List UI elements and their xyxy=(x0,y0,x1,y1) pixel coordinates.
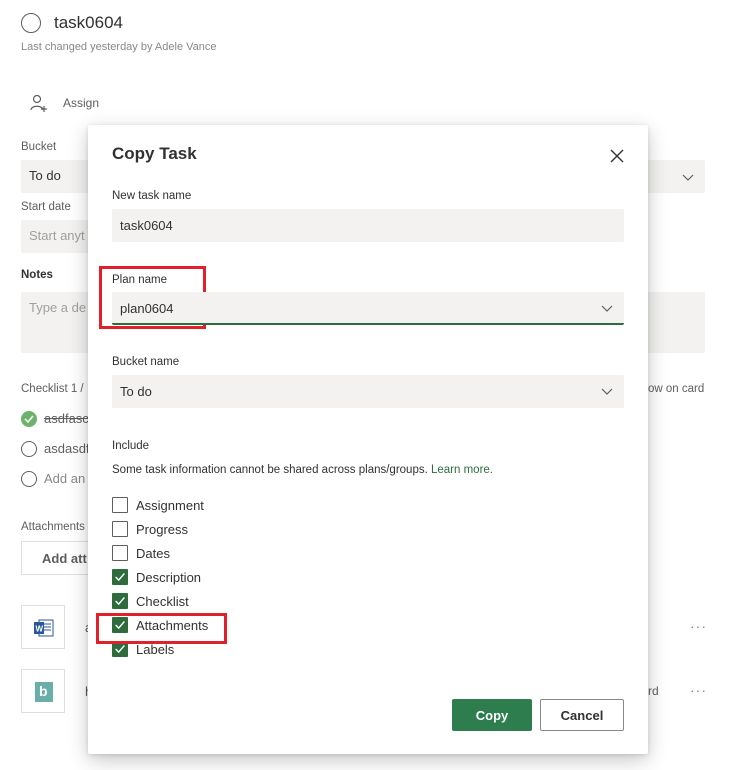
start-date-label: Start date xyxy=(21,201,71,213)
option-label: Labels xyxy=(136,642,175,657)
plan-name-select[interactable]: plan0604 xyxy=(112,292,624,325)
learn-more-link[interactable]: Learn more. xyxy=(431,464,493,476)
checklist-item[interactable]: asdasdf xyxy=(44,441,90,456)
dialog-title: Copy Task xyxy=(112,144,197,163)
add-attachment-label: Add att xyxy=(42,551,87,566)
word-file-thumbnail[interactable]: W xyxy=(21,605,65,649)
attachments-label: Attachments xyxy=(21,521,85,533)
new-task-name-input[interactable]: task0604 xyxy=(112,209,624,242)
option-label: Checklist xyxy=(136,594,189,609)
new-task-name-label: New task name xyxy=(112,190,192,202)
more-options-icon[interactable]: ··· xyxy=(690,682,707,698)
notes-label: Notes xyxy=(21,269,53,281)
copy-button[interactable]: Copy xyxy=(452,699,532,731)
option-label: Assignment xyxy=(136,498,204,513)
add-person-icon[interactable] xyxy=(30,94,48,112)
cancel-button[interactable]: Cancel xyxy=(540,699,624,731)
checkbox-checked[interactable] xyxy=(112,569,128,585)
assign-button[interactable]: Assign xyxy=(63,96,99,110)
checkbox-checked[interactable] xyxy=(112,593,128,609)
close-icon[interactable] xyxy=(608,147,626,165)
checklist-item-done-icon[interactable] xyxy=(21,411,37,427)
svg-text:W: W xyxy=(36,625,44,634)
start-date-placeholder: Start anyt xyxy=(29,228,85,243)
show-on-card-link[interactable]: rd xyxy=(648,684,659,698)
task-complete-toggle[interactable] xyxy=(21,13,41,33)
bucket-label: Bucket xyxy=(21,141,57,153)
attachments-highlight xyxy=(96,613,227,644)
option-label: Description xyxy=(136,570,202,585)
checkbox[interactable] xyxy=(112,521,128,537)
notes-placeholder: Type a de xyxy=(29,300,87,315)
task-title[interactable]: task0604 xyxy=(54,13,123,33)
include-note: Some task information cannot be shared a… xyxy=(112,464,493,476)
checklist-label: Checklist 1 / xyxy=(21,383,84,395)
checklist-item-toggle[interactable] xyxy=(21,441,37,457)
include-label: Include xyxy=(112,440,150,452)
chevron-down-icon xyxy=(601,305,613,312)
option-label: Dates xyxy=(136,546,170,561)
copy-task-dialog: Copy Task New task name task0604 Plan na… xyxy=(88,125,648,754)
new-task-name-value: task0604 xyxy=(120,218,173,233)
chevron-down-icon xyxy=(601,388,613,395)
more-options-icon[interactable]: ··· xyxy=(690,618,707,634)
bucket-value: To do xyxy=(29,168,61,183)
checkbox[interactable] xyxy=(112,497,128,513)
link-thumbnail[interactable]: b xyxy=(21,669,65,713)
show-on-card-label[interactable]: ow on card xyxy=(648,383,704,395)
plan-name-value: plan0604 xyxy=(120,301,174,316)
add-checklist-item[interactable]: Add an xyxy=(44,471,85,486)
chevron-down-icon xyxy=(682,174,694,181)
checklist-item[interactable]: asdfasc xyxy=(44,411,89,426)
bing-icon: b xyxy=(35,682,53,702)
option-label: Progress xyxy=(136,522,189,537)
plan-name-label: Plan name xyxy=(112,274,167,286)
checkbox[interactable] xyxy=(112,545,128,561)
bucket-name-label: Bucket name xyxy=(112,356,180,368)
add-item-icon xyxy=(21,471,37,487)
bucket-name-select[interactable]: To do xyxy=(112,375,624,408)
bucket-name-value: To do xyxy=(120,384,152,399)
include-note-text: Some task information cannot be shared a… xyxy=(112,464,428,476)
last-changed-text: Last changed yesterday by Adele Vance xyxy=(21,41,217,53)
word-document-icon: W xyxy=(34,619,54,637)
